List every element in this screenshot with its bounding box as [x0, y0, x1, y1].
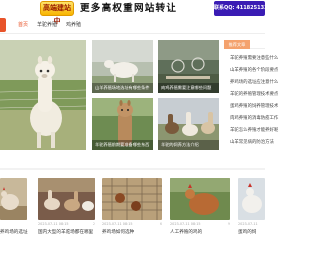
sidebar-item[interactable]: 羊驼怎么养殖才能养好呢	[230, 128, 278, 134]
article-card[interactable]: 2023-07-11 08:15 6 养鸡场如何选种	[102, 178, 162, 244]
nav-item-home[interactable]: 首页	[18, 17, 28, 33]
featured-tile-3[interactable]: 羊驼养殖前期要准备哪些东西	[92, 98, 153, 150]
nav-item-chicken[interactable]: 鸡养殖	[66, 17, 81, 33]
sidebar-item[interactable]: 山羊养殖的各个阶段要点	[230, 68, 278, 74]
sidebar-heading-line	[250, 48, 265, 49]
article-title[interactable]: 国内大型的羊驼场都在哪里	[38, 229, 93, 235]
sidebar-item[interactable]: 蛋鸡养殖的饲养管理技术	[230, 104, 278, 110]
article-meta: 9	[227, 222, 230, 226]
recommended-sidebar: 推荐文章 羊驼养殖需要注意些什么 山羊养殖的各个阶段要点 养鸡场的选址应注意什么…	[224, 40, 278, 152]
article-card[interactable]: 养鸡场的选址	[0, 178, 28, 244]
hen-photo	[170, 178, 230, 220]
sidebar-item[interactable]: 羊驼的养殖管理技术要点	[230, 92, 278, 98]
sidebar-heading: 推荐文章	[224, 40, 250, 49]
article-card[interactable]: 2023-07-11 08:15 9 人工养殖的鸡的	[170, 178, 230, 244]
featured-main-image[interactable]	[0, 40, 86, 150]
article-title[interactable]: 养鸡场的选址	[0, 229, 28, 235]
banner-tag: 高端建站中	[40, 1, 74, 25]
alpaca-photo	[0, 40, 86, 150]
article-title[interactable]: 人工养殖的鸡的	[170, 229, 202, 235]
sidebar-item[interactable]: 羊驼养殖需要注意些什么	[230, 56, 278, 62]
featured-tile-caption: 羊驼养殖前期要准备哪些东西	[92, 140, 153, 150]
rooster-photo	[238, 178, 265, 220]
article-thumbnail	[238, 178, 265, 220]
article-title[interactable]: 蛋鸡的饲	[238, 229, 256, 235]
chicken-cage-photo	[102, 178, 162, 220]
article-date: 2023-07-11 08:15	[38, 222, 69, 226]
banner-contact-text: 联系QQ: 411825133	[214, 5, 268, 11]
featured-tile-caption: 山羊养殖场地选址有哪些条件	[92, 83, 153, 93]
article-thumbnail	[0, 178, 27, 220]
article-date: 2023-07-11 08:15	[102, 222, 133, 226]
article-card[interactable]: 2023-07-11 08:15 2 国内大型的羊驼场都在哪里	[38, 178, 95, 244]
article-meta: 6	[159, 222, 162, 226]
banner-slogan: 更多高权重网站转让	[80, 3, 178, 14]
nav-item-alpaca[interactable]: 羊驼养殖	[37, 17, 57, 33]
ad-banner[interactable]: 高端建站中 更多高权重网站转让 联系QQ: 411825133	[40, 0, 268, 25]
article-thumbnail	[102, 178, 162, 220]
main-nav: 首页 羊驼养殖 鸡养殖	[0, 17, 265, 33]
featured-tile-4[interactable]: 羊驼的饲养方法介绍	[158, 98, 219, 150]
sidebar-item[interactable]: 山羊常见病的防治方法	[230, 140, 274, 146]
section-divider	[0, 168, 265, 170]
article-thumbnail	[38, 178, 95, 220]
alpaca-farm-photo	[38, 178, 95, 220]
article-meta: 2	[92, 222, 95, 226]
featured-tile-1[interactable]: 山羊养殖场地选址有哪些条件	[92, 40, 153, 93]
article-date: 2023-07-11 08:15	[170, 222, 201, 226]
article-title[interactable]: 养鸡场如何选种	[102, 229, 134, 235]
sidebar-item[interactable]: 养鸡场的选址应注意什么	[230, 80, 278, 86]
article-thumbnail	[170, 178, 230, 220]
article-date: 2023-07-11	[238, 222, 258, 226]
article-card[interactable]: 2023-07-11 蛋鸡的饲	[238, 178, 265, 244]
nav-divider	[0, 33, 265, 34]
featured-tile-caption: 羊驼的饲养方法介绍	[158, 140, 219, 150]
chicken-photo	[0, 178, 27, 220]
featured-tile-2[interactable]: 肉鸡养殖需要注意哪些问题	[158, 40, 219, 93]
featured-tile-caption: 肉鸡养殖需要注意哪些问题	[158, 83, 219, 93]
sidebar-item[interactable]: 肉鸡养殖的消毒防疫工作	[230, 116, 278, 122]
banner-contact[interactable]: 联系QQ: 411825133	[214, 1, 268, 16]
